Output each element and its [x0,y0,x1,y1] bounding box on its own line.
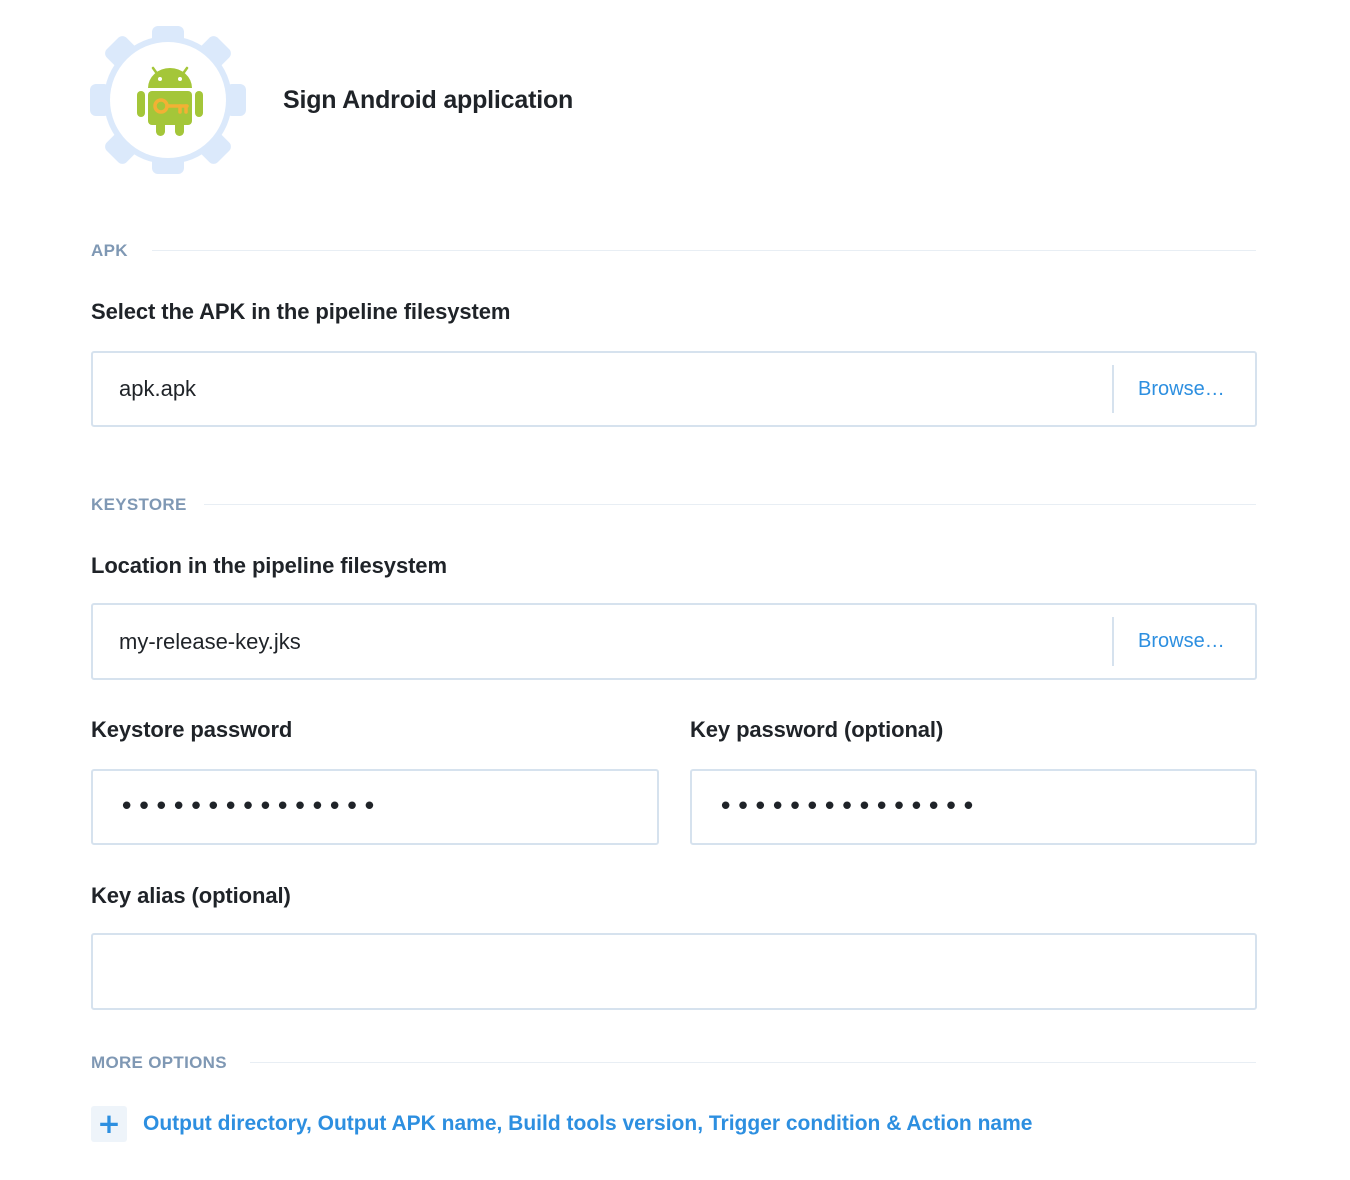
key-alias-input[interactable] [91,933,1257,1010]
section-label-keystore: KEYSTORE [91,495,187,514]
apk-path-input[interactable]: apk.apk Browse… [91,351,1257,427]
keystore-password-input[interactable]: ••••••••••••••• [91,769,659,845]
apk-browse-button[interactable]: Browse… [1114,353,1255,425]
key-password-input[interactable]: ••••••••••••••• [690,769,1257,845]
key-password-value: ••••••••••••••• [718,792,979,822]
more-options-toggle[interactable]: + Output directory, Output APK name, Bui… [91,1106,1032,1142]
keystore-location-input[interactable]: my-release-key.jks Browse… [91,603,1257,680]
section-divider [204,504,1256,505]
keystore-password-value: ••••••••••••••• [119,792,380,822]
apk-path-value: apk.apk [119,376,197,401]
keystore-browse-button[interactable]: Browse… [1114,605,1255,678]
section-divider [250,1062,1256,1063]
section-label-apk: APK [91,241,128,260]
section-label-more-options: MORE OPTIONS [91,1053,227,1072]
keystore-password-label: Keystore password [91,717,293,742]
plus-icon[interactable]: + [91,1106,127,1142]
key-alias-label: Key alias (optional) [91,883,291,908]
apk-field-label: Select the APK in the pipeline filesyste… [91,299,511,324]
action-header: Sign Android application [90,26,690,176]
section-divider [152,250,1256,251]
keystore-location-label: Location in the pipeline filesystem [91,553,447,578]
keystore-location-value: my-release-key.jks [119,628,301,654]
page-title: Sign Android application [283,86,574,114]
key-password-label: Key password (optional) [690,717,944,742]
more-options-link[interactable]: Output directory, Output APK name, Build… [143,1112,1032,1136]
android-key-gear-icon [90,26,246,174]
